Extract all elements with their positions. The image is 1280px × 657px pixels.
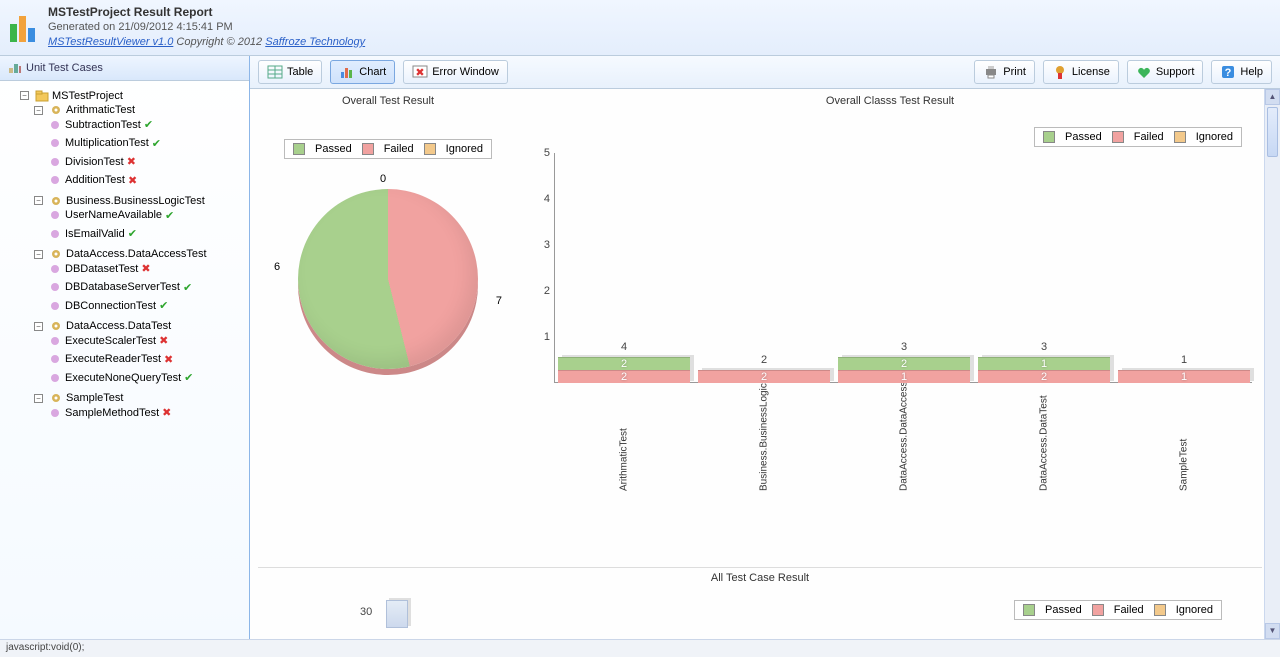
main-layout: Unit Test Cases −MSTestProject −Arithmati…: [0, 56, 1280, 639]
bar-legend: Passed Failed Ignored: [1034, 127, 1242, 147]
tree-test[interactable]: ExecuteReaderTest✖: [48, 353, 173, 366]
generated-text: Generated on 21/09/2012 4:15:41 PM: [48, 20, 365, 35]
tree-test[interactable]: DBDatasetTest✖: [48, 262, 151, 275]
scroll-thumb[interactable]: [1267, 107, 1278, 157]
bar-column: 213: [978, 357, 1110, 383]
tree-root[interactable]: −MSTestProject: [20, 90, 123, 102]
page-title: MSTestProject Result Report: [48, 5, 365, 20]
tree-group[interactable]: −SampleTest: [34, 392, 123, 404]
tree-test[interactable]: ExecuteScalerTest✖: [48, 334, 168, 347]
tree-root-icon: [8, 62, 22, 74]
sidebar-title: Unit Test Cases: [0, 56, 249, 81]
bar-column: 22: [698, 370, 830, 383]
content: Table Chart ✖ Error Window Print License: [250, 56, 1280, 639]
tree-test[interactable]: ExecuteNoneQueryTest✔: [48, 371, 193, 384]
chart-button[interactable]: Chart: [330, 60, 395, 84]
license-icon: [1052, 64, 1068, 80]
tree-group[interactable]: −DataAccess.DataTest: [34, 320, 171, 332]
tree-test[interactable]: SubtractionTest✔: [48, 118, 153, 131]
scroll-down-icon[interactable]: ▼: [1265, 623, 1280, 639]
class-bar-chart: Overall Classs Test Result Passed Failed…: [518, 89, 1262, 559]
tree-test[interactable]: MultiplicationTest✔: [48, 137, 161, 150]
tree-test[interactable]: DivisionTest✖: [48, 155, 136, 168]
error-icon: ✖: [412, 64, 428, 80]
bar-column: 11: [1118, 370, 1250, 383]
tree-test[interactable]: AdditionTest✖: [48, 174, 137, 187]
license-button[interactable]: License: [1043, 60, 1119, 84]
pie-graphic: [298, 189, 478, 369]
tree-group[interactable]: −Business.BusinessLogicTest: [34, 195, 205, 207]
tree-group[interactable]: −DataAccess.DataAccessTest: [34, 248, 207, 260]
statusbar: javascript:void(0);: [0, 639, 1280, 657]
pie-legend: Passed Failed Ignored: [284, 139, 492, 159]
toolbar: Table Chart ✖ Error Window Print License: [250, 56, 1280, 89]
sidebar: Unit Test Cases −MSTestProject −Arithmati…: [0, 56, 250, 639]
all-testcase-chart: All Test Case Result 30 Passed Failed Ig…: [258, 567, 1262, 632]
bar-column: 123: [838, 357, 970, 383]
tree-test[interactable]: IsEmailValid✔: [48, 227, 137, 240]
tree-test[interactable]: DBDatabaseServerTest✔: [48, 281, 192, 294]
bottom-legend: Passed Failed Ignored: [1014, 600, 1222, 620]
svg-text:?: ?: [1225, 67, 1232, 79]
tree-group[interactable]: −ArithmaticTest: [34, 104, 135, 116]
header-links: MSTestResultViewer v1.0 Copyright © 2012…: [48, 35, 365, 50]
copyright-text: Copyright © 2012: [173, 36, 265, 48]
app-link[interactable]: MSTestResultViewer v1.0: [48, 36, 173, 48]
support-icon: [1136, 64, 1152, 80]
print-icon: [983, 64, 999, 80]
vendor-link[interactable]: Saffroze Technology: [265, 36, 365, 48]
bar-column: 224: [558, 357, 690, 383]
chart-area: Overall Test Result Passed Failed Ignore…: [250, 89, 1280, 639]
header: MSTestProject Result Report Generated on…: [0, 0, 1280, 56]
help-button[interactable]: ? Help: [1211, 60, 1272, 84]
error-window-button[interactable]: ✖ Error Window: [403, 60, 508, 84]
vertical-scrollbar[interactable]: ▲ ▼: [1264, 89, 1280, 639]
logo-icon: [6, 10, 42, 46]
table-icon: [267, 64, 283, 80]
pie-chart: Overall Test Result Passed Failed Ignore…: [258, 89, 518, 559]
bar-stub: [386, 600, 408, 628]
support-button[interactable]: Support: [1127, 60, 1204, 84]
print-button[interactable]: Print: [974, 60, 1035, 84]
test-tree[interactable]: −MSTestProject −ArithmaticTest Subtraction…: [0, 81, 249, 639]
tree-test[interactable]: DBConnectionTest✔: [48, 299, 168, 312]
table-button[interactable]: Table: [258, 60, 322, 84]
chart-icon: [339, 64, 355, 80]
help-icon: ?: [1220, 64, 1236, 80]
pie-title: Overall Test Result: [258, 89, 518, 109]
scroll-up-icon[interactable]: ▲: [1265, 89, 1280, 105]
tree-test[interactable]: SampleMethodTest✖: [48, 406, 171, 419]
bar-title: Overall Classs Test Result: [518, 89, 1262, 109]
tree-test[interactable]: UserNameAvailable✔: [48, 209, 174, 222]
svg-text:✖: ✖: [416, 67, 425, 79]
